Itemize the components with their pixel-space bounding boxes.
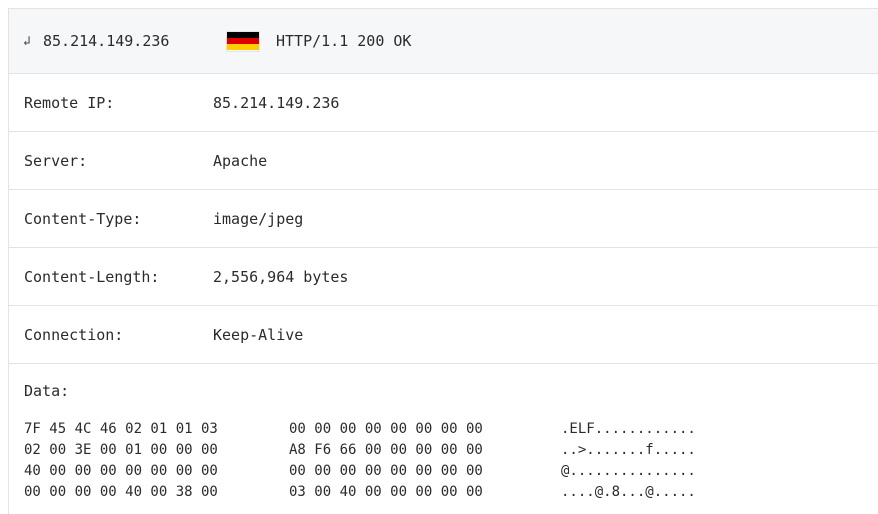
header-ip-address: 85.214.149.236 <box>43 32 170 50</box>
hex-line: 00 00 00 00 40 00 38 00 03 00 40 00 00 0… <box>24 482 878 503</box>
row-connection: Connection: Keep-Alive <box>9 306 878 364</box>
row-key: Connection: <box>24 325 124 344</box>
row-server: Server: Apache <box>9 132 878 190</box>
row-content-type: Content-Type: image/jpeg <box>9 190 878 248</box>
response-header: ↲ 85.214.149.236 HTTP/1.1 200 OK <box>9 9 878 74</box>
response-panel: ↲ 85.214.149.236 HTTP/1.1 200 OK Remote … <box>8 8 878 514</box>
hex-ascii: ....@.8...@..... <box>561 484 696 500</box>
row-key: Content-Length: <box>24 267 160 286</box>
hex-line: 40 00 00 00 00 00 00 00 00 00 00 00 00 0… <box>24 461 878 482</box>
return-arrow-icon: ↲ <box>23 33 31 49</box>
row-value: 2,556,964 bytes <box>213 267 349 286</box>
hex-bytes-second: 03 00 40 00 00 00 00 00 <box>289 484 483 500</box>
row-value: 85.214.149.236 <box>213 93 340 112</box>
hex-ascii: ..>.......f..... <box>561 442 696 458</box>
hex-line: 02 00 3E 00 01 00 00 00 A8 F6 66 00 00 0… <box>24 440 878 461</box>
germany-flag-icon <box>227 31 259 51</box>
row-key: Content-Type: <box>24 209 142 228</box>
row-value: Apache <box>213 151 268 170</box>
hex-bytes-first: 7F 45 4C 46 02 01 01 03 <box>24 421 218 437</box>
row-value: image/jpeg <box>213 209 304 228</box>
hex-dump: 7F 45 4C 46 02 01 01 03 00 00 00 00 00 0… <box>9 419 878 503</box>
row-key: Remote IP: <box>24 93 115 112</box>
hex-bytes-second: 00 00 00 00 00 00 00 00 <box>289 421 483 437</box>
row-value: Keep-Alive <box>213 325 304 344</box>
row-key: Server: <box>24 151 88 170</box>
row-content-length: Content-Length: 2,556,964 bytes <box>9 248 878 306</box>
flag-band-gold <box>227 44 259 51</box>
data-label: Data: <box>24 382 70 400</box>
hex-bytes-second: 00 00 00 00 00 00 00 00 <box>289 463 483 479</box>
hex-line: 7F 45 4C 46 02 01 01 03 00 00 00 00 00 0… <box>24 419 878 440</box>
hex-bytes-second: A8 F6 66 00 00 00 00 00 <box>289 442 483 458</box>
http-status: HTTP/1.1 200 OK <box>276 32 412 50</box>
hex-bytes-first: 40 00 00 00 00 00 00 00 <box>24 463 218 479</box>
row-remote-ip: Remote IP: 85.214.149.236 <box>9 74 878 132</box>
hex-bytes-first: 00 00 00 00 40 00 38 00 <box>24 484 218 500</box>
hex-ascii: .ELF............ <box>561 421 696 437</box>
hex-bytes-first: 02 00 3E 00 01 00 00 00 <box>24 442 218 458</box>
hex-ascii: @............... <box>561 463 696 479</box>
